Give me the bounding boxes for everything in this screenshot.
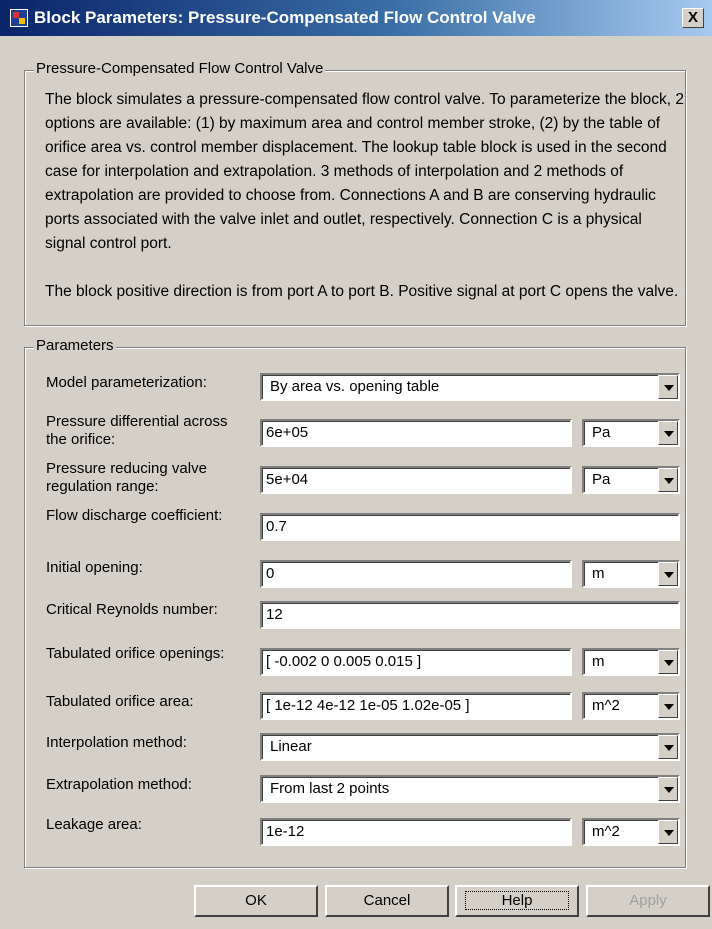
discharge-coefficient-input[interactable]: 0.7	[260, 513, 680, 541]
model-parameterization-label: Model parameterization:	[46, 374, 207, 391]
leakage-area-unit: m^2	[592, 823, 620, 840]
extrapolation-value: From last 2 points	[270, 780, 390, 797]
pressure-differential-unit: Pa	[592, 424, 611, 441]
help-button[interactable]: Help	[455, 885, 579, 917]
parameters-legend: Parameters	[34, 337, 116, 354]
chevron-down-icon[interactable]	[658, 421, 678, 445]
leakage-area-label: Leakage area:	[46, 816, 142, 833]
apply-button[interactable]: Apply	[586, 885, 710, 917]
tabulated-area-unit: m^2	[592, 697, 620, 714]
regulation-range-unit: Pa	[592, 471, 611, 488]
pressure-differential-label: Pressure differential across the orifice…	[46, 413, 227, 449]
window-title: Block Parameters: Pressure-Compensated F…	[34, 8, 536, 27]
leakage-area-input[interactable]: 1e-12	[260, 818, 572, 846]
pressure-differential-unit-select[interactable]: Pa	[582, 419, 680, 447]
pressure-differential-label-line1: Pressure differential across	[46, 413, 228, 430]
initial-opening-unit-select[interactable]: m	[582, 560, 680, 588]
pressure-differential-input[interactable]: 6e+05	[260, 419, 572, 447]
regulation-range-label: Pressure reducing valve regulation range…	[46, 460, 207, 496]
chevron-down-icon[interactable]	[658, 777, 678, 801]
chevron-down-icon[interactable]	[658, 820, 678, 844]
initial-opening-label: Initial opening:	[46, 559, 143, 576]
chevron-down-icon[interactable]	[658, 562, 678, 586]
extrapolation-label: Extrapolation method:	[46, 776, 192, 793]
critical-reynolds-label: Critical Reynolds number:	[46, 601, 218, 618]
regulation-range-input[interactable]: 5e+04	[260, 466, 572, 494]
chevron-down-icon[interactable]	[658, 375, 678, 399]
close-button[interactable]: X	[682, 8, 704, 28]
tabulated-area-label: Tabulated orifice area:	[46, 693, 194, 710]
description-text: The block simulates a pressure-compensat…	[45, 88, 685, 328]
regulation-range-unit-select[interactable]: Pa	[582, 466, 680, 494]
chevron-down-icon[interactable]	[658, 735, 678, 759]
tabulated-area-input[interactable]: [ 1e-12 4e-12 1e-05 1.02e-05 ]	[260, 692, 572, 720]
model-parameterization-select[interactable]: By area vs. opening table	[260, 373, 680, 401]
description-paragraph: The block positive direction is from por…	[45, 283, 679, 300]
regulation-range-label-line1: Pressure reducing valve	[46, 460, 207, 477]
regulation-range-label-line2: regulation range:	[46, 478, 159, 495]
chevron-down-icon[interactable]	[658, 468, 678, 492]
title-bar: Block Parameters: Pressure-Compensated F…	[0, 0, 712, 36]
cancel-button[interactable]: Cancel	[325, 885, 449, 917]
description-paragraph: The block simulates a pressure-compensat…	[45, 91, 684, 252]
interpolation-label: Interpolation method:	[46, 734, 187, 751]
help-button-label: Help	[464, 891, 570, 910]
interpolation-select[interactable]: Linear	[260, 733, 680, 761]
interpolation-value: Linear	[270, 738, 312, 755]
chevron-down-icon[interactable]	[658, 694, 678, 718]
tabulated-openings-label: Tabulated orifice openings:	[46, 645, 225, 662]
tabulated-openings-unit: m	[592, 653, 605, 670]
tabulated-area-unit-select[interactable]: m^2	[582, 692, 680, 720]
initial-opening-unit: m	[592, 565, 605, 582]
critical-reynolds-input[interactable]: 12	[260, 601, 680, 629]
description-legend: Pressure-Compensated Flow Control Valve	[34, 60, 326, 77]
tabulated-openings-input[interactable]: [ -0.002 0 0.005 0.015 ]	[260, 648, 572, 676]
initial-opening-input[interactable]: 0	[260, 560, 572, 588]
discharge-coefficient-label: Flow discharge coefficient:	[46, 507, 223, 524]
ok-button[interactable]: OK	[194, 885, 318, 917]
leakage-area-unit-select[interactable]: m^2	[582, 818, 680, 846]
extrapolation-select[interactable]: From last 2 points	[260, 775, 680, 803]
chevron-down-icon[interactable]	[658, 650, 678, 674]
pressure-differential-label-line2: the orifice:	[46, 431, 116, 448]
tabulated-openings-unit-select[interactable]: m	[582, 648, 680, 676]
model-parameterization-value: By area vs. opening table	[270, 378, 440, 395]
simulink-block-icon	[10, 9, 28, 27]
